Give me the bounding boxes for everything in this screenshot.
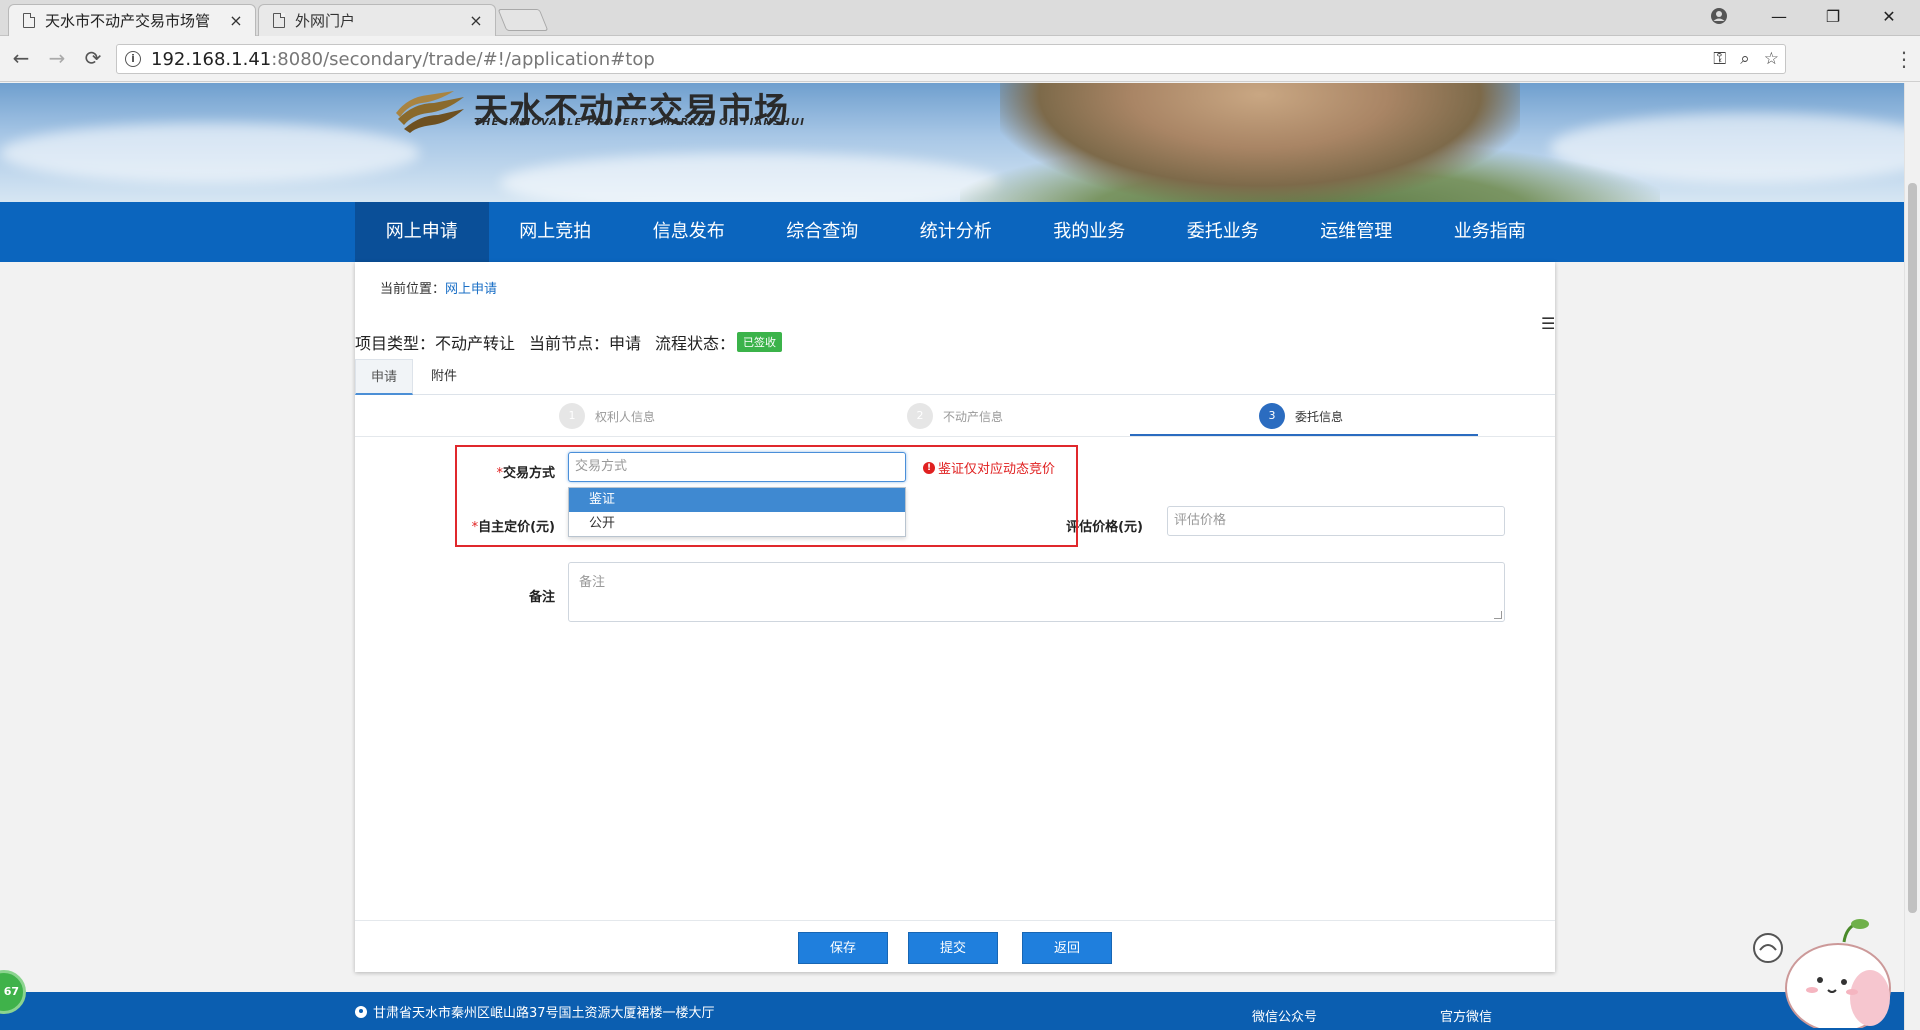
resize-handle-icon[interactable] [1494,611,1502,619]
trade-mode-dropdown: 鉴证 公开 [568,487,906,537]
page-scrollbar[interactable] [1904,83,1920,1030]
flow-status-label: 流程状态： [655,334,736,353]
forward-arrow-icon[interactable]: → [44,45,70,71]
remark-textarea[interactable]: 备注 [568,562,1505,622]
nav-item[interactable]: 网上申请 [355,202,489,262]
new-tab-button[interactable] [497,9,549,31]
step-label: 权利人信息 [595,409,656,424]
nav-item[interactable]: 综合查询 [756,202,890,262]
browser-tab-active[interactable]: 天水市不动产交易市场管 × [8,4,256,36]
step-2[interactable]: 2 不动产信息 [907,395,1003,437]
step-wizard: 1 权利人信息 2 不动产信息 3 委托信息 [355,395,1555,437]
nav-item[interactable]: 业务指南 [1423,202,1557,262]
tab-apply[interactable]: 申请 [355,359,413,395]
step-label: 委托信息 [1295,409,1344,424]
nav-item[interactable]: 委托业务 [1156,202,1290,262]
browser-tabbar: 天水市不动产交易市场管 × 外网门户 × — ❐ ✕ [0,0,1920,36]
nav-item[interactable]: 我的业务 [1023,202,1157,262]
back-arrow-icon[interactable]: ← [8,45,34,71]
submit-button[interactable]: 提交 [908,932,998,964]
nav-item[interactable]: 信息发布 [622,202,756,262]
self-price-label: *自主定价(元) [471,520,555,535]
zoom-icon[interactable]: ⌕ [1740,49,1750,69]
tab-title: 天水市不动产交易市场管 [45,12,211,30]
restore-button[interactable]: ❐ [1810,0,1856,32]
project-info: 项目类型：不动产转让 当前节点：申请 流程状态： 已签收 [355,330,783,354]
nav-item[interactable]: 统计分析 [889,202,1023,262]
assess-price-label: 评估价格(元) [1066,520,1143,535]
active-step-underline [1130,434,1478,436]
sub-tabs: 申请 附件 [355,359,1555,395]
site-banner: 天水不动产交易市场 THE IMMOVABLE PROPERTY MARKET … [0,83,1920,202]
wechat-public-label: 微信公众号 [1252,1010,1318,1025]
step-number: 3 [1259,403,1285,429]
action-bar: 保存 提交 返回 [355,920,1555,972]
browser-menu-icon[interactable]: ⋮ [1894,44,1914,74]
document-icon [273,13,285,28]
nav-item[interactable]: 网上竞拍 [489,202,623,262]
step-label: 不动产信息 [943,409,1004,424]
tab-title: 外网门户 [295,12,356,30]
breadcrumb: 当前位置：网上申请 [380,282,498,297]
tab-attachments[interactable]: 附件 [415,359,473,395]
trade-mode-hint: ! 鉴证仅对应动态竞价 [923,458,1055,477]
site-logo-subtitle: THE IMMOVABLE PROPERTY MARKET OF TIANSHU… [474,117,806,128]
reload-icon[interactable]: ⟳ [80,45,106,71]
step-1[interactable]: 1 权利人信息 [559,395,655,437]
tab-close-icon[interactable]: × [467,11,485,30]
trade-mode-select[interactable]: 交易方式 [568,452,906,482]
project-type: 项目类型：不动产转让 [355,334,516,353]
content-panel: 当前位置：网上申请 ☰ 项目类型：不动产转让 当前节点：申请 流程状态： 已签收… [355,262,1555,972]
breadcrumb-link[interactable]: 网上申请 [445,282,497,297]
location-icon [355,1005,367,1018]
site-footer: 甘肃省天水市秦州区岷山路37号国土资源大厦裙楼一楼大厅 微信公众号 官方微信 [0,992,1920,1030]
trade-mode-label: *交易方式 [496,466,555,481]
tab-close-icon[interactable]: × [227,11,245,30]
document-icon [23,13,35,28]
step-3[interactable]: 3 委托信息 [1259,395,1343,437]
site-logo-icon [396,91,464,133]
dropdown-option[interactable]: 鉴证 [569,488,905,512]
minimize-button[interactable]: — [1756,0,1802,32]
info-icon[interactable]: i [125,51,141,67]
step-number: 1 [559,403,585,429]
status-badge: 已签收 [737,332,783,352]
remark-label: 备注 [528,590,555,605]
official-wechat-label: 官方微信 [1440,1010,1493,1025]
close-window-button[interactable]: ✕ [1866,0,1912,32]
error-icon: ! [923,461,935,474]
footer-address: 甘肃省天水市秦州区岷山路37号国土资源大厦裙楼一楼大厅 [355,1002,715,1021]
save-button[interactable]: 保存 [798,932,888,964]
step-number: 2 [907,403,933,429]
mascot-icon[interactable] [1748,878,1898,1028]
url-field[interactable]: i 192.168.1.41:8080/secondary/trade/#!/a… [116,44,1786,74]
nav-item[interactable]: 运维管理 [1290,202,1424,262]
back-button[interactable]: 返回 [1022,932,1112,964]
current-node: 当前节点：申请 [529,334,642,353]
profile-icon[interactable] [1696,0,1742,32]
address-bar: ← → ⟳ i 192.168.1.41:8080/secondary/trad… [0,36,1920,82]
bookmark-star-icon[interactable]: ☆ [1764,49,1779,69]
main-nav: 网上申请 网上竞拍 信息发布 综合查询 统计分析 我的业务 委托业务 运维管理 业务指南 [0,202,1920,262]
assess-price-input[interactable]: 评估价格 [1167,506,1505,536]
browser-tab[interactable]: 外网门户 × [258,4,496,36]
scrollbar-thumb[interactable] [1908,183,1917,913]
banner-cliff-image [1000,83,1520,202]
url-text: 192.168.1.41:8080/secondary/trade/#!/app… [151,48,655,70]
list-menu-icon[interactable]: ☰ [1541,314,1555,333]
key-icon[interactable]: ⚿ [1713,49,1726,69]
dropdown-option[interactable]: 公开 [569,512,905,536]
